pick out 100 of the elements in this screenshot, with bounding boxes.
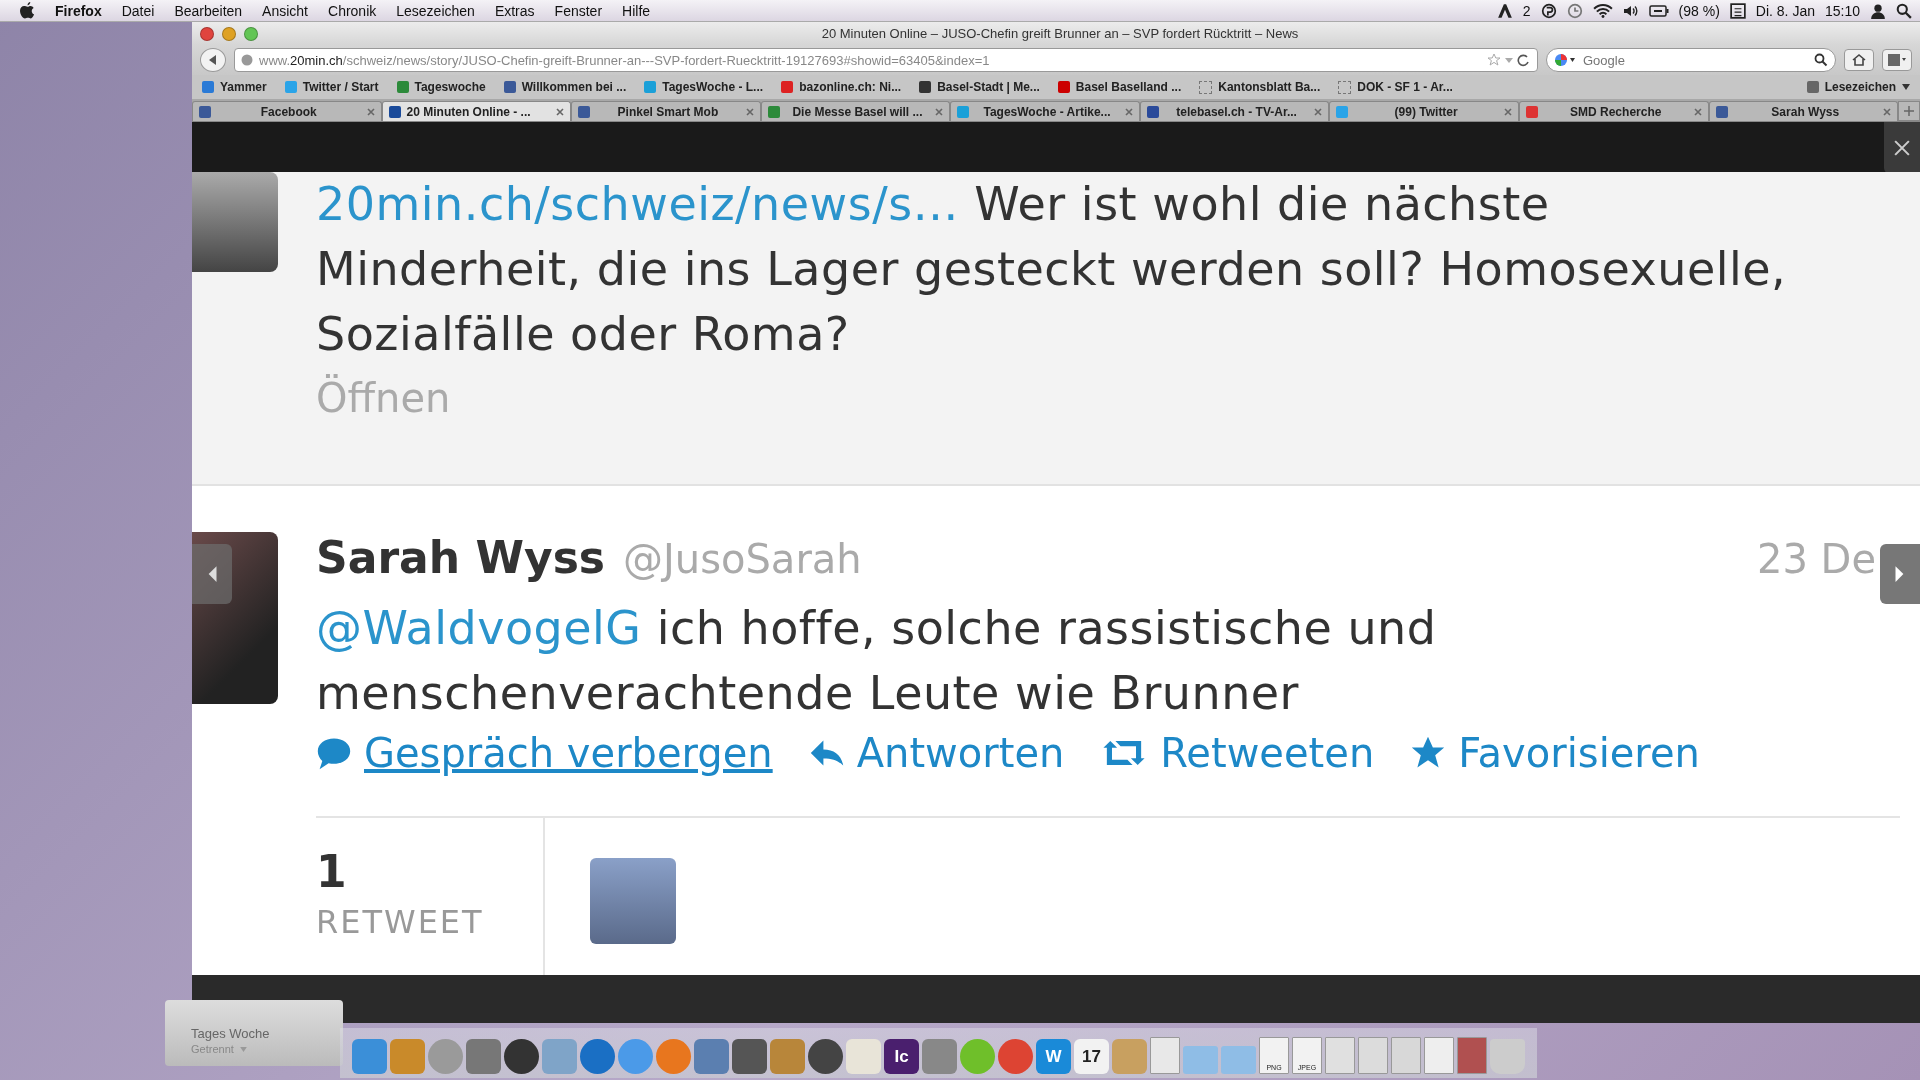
- retweeter-photo-placeholder[interactable]: [590, 858, 676, 944]
- browser-tab[interactable]: telebasel.ch - TV-Ar...: [1139, 101, 1330, 121]
- bookmark-item[interactable]: bazonline.ch: Ni...: [781, 80, 902, 94]
- menu-item[interactable]: Extras: [494, 2, 535, 19]
- close-window-button[interactable]: [200, 26, 214, 41]
- caret-icon: [1902, 84, 1910, 90]
- battery-percentage: (98 %): [1678, 2, 1720, 19]
- tab-label: TagesWoche - Artike...: [982, 104, 1112, 119]
- browser-tab[interactable]: 20 Minuten Online - ...: [381, 101, 572, 121]
- tab-label: Sarah Wyss: [1770, 104, 1841, 119]
- home-button[interactable]: [1844, 49, 1874, 71]
- tweet-action-link[interactable]: Favorisieren: [1458, 730, 1700, 776]
- document-icon[interactable]: [1150, 1037, 1180, 1074]
- menu-item[interactable]: Hilfe: [622, 2, 651, 19]
- tab-label: (99) Twitter: [1393, 104, 1459, 119]
- browser-tab[interactable]: SMD Recherche: [1518, 101, 1709, 121]
- document-icon[interactable]: [1358, 1037, 1388, 1074]
- bookmark-item[interactable]: Basel Baselland ...: [1057, 80, 1182, 94]
- browser-tab[interactable]: Facebook: [192, 101, 382, 121]
- globe-icon: [241, 54, 253, 66]
- tweet-action-link[interactable]: Gespräch verbergen: [364, 730, 773, 776]
- previous-button[interactable]: [192, 544, 232, 604]
- notification-status: Getrennt: [191, 1043, 234, 1055]
- document-icon[interactable]: [1424, 1037, 1454, 1074]
- menu-item[interactable]: Bearbeiten: [174, 2, 243, 19]
- bookmark-item[interactable]: Willkommen bei ...: [503, 80, 627, 94]
- dock-app-icon[interactable]: W: [1036, 1039, 1071, 1074]
- calendar-icon[interactable]: [1729, 2, 1746, 19]
- close-tab-icon[interactable]: [366, 107, 375, 116]
- close-tab-icon[interactable]: [556, 107, 565, 116]
- menu-date: Di. 8. Jan: [1755, 2, 1815, 19]
- close-tab-icon[interactable]: [935, 107, 944, 116]
- back-button[interactable]: [200, 48, 226, 72]
- notification-widget[interactable]: Tages Woche Getrennt: [165, 1000, 343, 1066]
- close-tab-icon[interactable]: [1503, 107, 1512, 116]
- bookmark-item[interactable]: Yammer: [202, 80, 267, 94]
- search-field[interactable]: Google: [1546, 48, 1836, 72]
- menu-time: 15:10: [1824, 2, 1860, 19]
- browser-tab[interactable]: TagesWoche - Artike...: [950, 101, 1140, 121]
- browser-tab[interactable]: Pinkel Smart Mob: [571, 101, 761, 121]
- retweet-count: 1: [316, 846, 347, 897]
- close-tab-icon[interactable]: [1883, 107, 1892, 116]
- address-field[interactable]: www.20min.ch/schweiz/news/story/JUSO-Chefin-greift-Brunner-an---SVP-fordert-Ruecktritt-19127693#showid=63405&index=1: [234, 48, 1538, 72]
- bookmark-star-icon[interactable]: [1487, 53, 1531, 67]
- tweet-text: @WaldvogelG ich hoffe, solche rassistische und menschenverachtende Leute wie Brunner: [316, 600, 1438, 722]
- bookmark-item[interactable]: DOK - SF 1 - Ar...: [1338, 80, 1453, 94]
- plus-icon: [1904, 106, 1915, 116]
- clock-icon[interactable]: [1566, 2, 1583, 19]
- right-arrow-icon: [1894, 565, 1906, 583]
- search-icon[interactable]: [1896, 2, 1912, 19]
- menu-app-name[interactable]: Firefox: [55, 2, 102, 19]
- close-tab-icon[interactable]: [1314, 107, 1323, 116]
- close-tab-icon[interactable]: [745, 107, 754, 116]
- tab-label: Pinkel Smart Mob: [616, 104, 720, 119]
- document-icon[interactable]: [1391, 1037, 1421, 1074]
- author-name[interactable]: Sarah Wyss: [316, 532, 605, 583]
- search-icon[interactable]: [1814, 53, 1828, 67]
- dock-app-icon[interactable]: 17: [1074, 1039, 1109, 1074]
- dock-app-icon[interactable]: [808, 1039, 843, 1074]
- minimize-window-button[interactable]: [222, 26, 236, 41]
- new-tab-button[interactable]: [1898, 101, 1920, 121]
- menu-item[interactable]: Ansicht: [262, 2, 308, 19]
- battery-icon[interactable]: [1648, 2, 1669, 19]
- wifi-icon[interactable]: [1592, 2, 1613, 19]
- notification-title: Tages Woche: [191, 1026, 270, 1041]
- adobe-icon[interactable]: [1496, 2, 1513, 19]
- home-icon: [1852, 53, 1866, 67]
- tweet-action-link[interactable]: Antworten: [856, 730, 1065, 776]
- close-tab-icon[interactable]: [1124, 107, 1133, 116]
- user-icon[interactable]: [1870, 2, 1886, 19]
- left-arrow-icon: [206, 565, 218, 583]
- document-icon[interactable]: [1457, 1037, 1487, 1074]
- close-tab-icon[interactable]: [1693, 107, 1702, 116]
- caret-icon[interactable]: [239, 1046, 247, 1052]
- menu-item[interactable]: Datei: [121, 2, 155, 19]
- tab-label: telebasel.ch - TV-Ar...: [1175, 104, 1298, 119]
- tweet-action-link[interactable]: Retweeten: [1160, 730, 1375, 776]
- dock-app-icon[interactable]: [504, 1039, 539, 1074]
- bookmark-item[interactable]: Kantonsblatt Ba...: [1199, 80, 1321, 94]
- browser-tab[interactable]: (99) Twitter: [1329, 101, 1519, 121]
- extensions-button[interactable]: [1882, 49, 1912, 71]
- bookmarks-menu[interactable]: Lesezeichen: [1806, 80, 1910, 94]
- browser-tab[interactable]: Sarah Wyss: [1708, 101, 1899, 121]
- next-button[interactable]: [1880, 544, 1920, 604]
- close-button[interactable]: [1884, 122, 1920, 174]
- menu-item[interactable]: Chronik: [328, 2, 377, 19]
- bookmark-item[interactable]: Tageswoche: [396, 80, 486, 94]
- back-arrow-icon: [207, 54, 219, 66]
- zoom-window-button[interactable]: [244, 26, 258, 41]
- browser-tab[interactable]: Die Messe Basel will ...: [760, 101, 951, 121]
- bookmark-item[interactable]: Twitter / Start: [284, 80, 379, 94]
- tab-label: Die Messe Basel will ...: [791, 104, 924, 119]
- document-icon[interactable]: [1325, 1037, 1355, 1074]
- menu-item[interactable]: Lesezeichen: [396, 2, 475, 19]
- menu-item[interactable]: Fenster: [554, 2, 603, 19]
- tab-label: SMD Recherche: [1569, 104, 1663, 119]
- apple-icon[interactable]: [20, 2, 35, 19]
- dock-app-icon[interactable]: Ic: [884, 1039, 919, 1074]
- bookmark-item[interactable]: Basel-Stadt | Me...: [919, 80, 1040, 94]
- bookmark-item[interactable]: TagesWoche - L...: [644, 80, 764, 94]
